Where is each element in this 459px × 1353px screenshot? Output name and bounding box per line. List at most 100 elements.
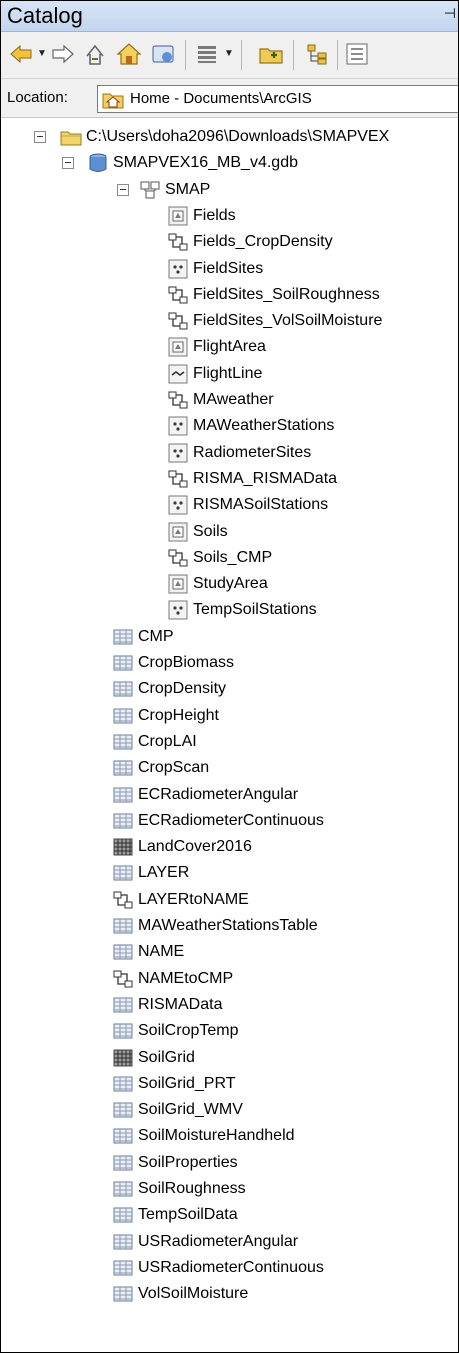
tree-item[interactable]: MAweather bbox=[1, 387, 458, 413]
table-icon bbox=[112, 731, 134, 753]
view-dropdown-icon[interactable]: ▼ bbox=[223, 40, 235, 68]
tree-item[interactable]: FlightLine bbox=[1, 361, 458, 387]
tree-item[interactable]: CropLAI bbox=[1, 729, 458, 755]
table-icon bbox=[112, 1099, 134, 1121]
tree-item[interactable]: SoilCropTemp bbox=[1, 1018, 458, 1044]
tree-item[interactable]: FlightArea bbox=[1, 334, 458, 360]
line-icon bbox=[167, 363, 189, 385]
details-icon[interactable] bbox=[343, 40, 371, 68]
tree-item-label: FieldSites bbox=[193, 260, 264, 277]
tree-item[interactable]: MAWeatherStationsTable bbox=[1, 913, 458, 939]
table-icon bbox=[112, 810, 134, 832]
tree-item[interactable]: MAWeatherStations bbox=[1, 413, 458, 439]
tree-item-label: SoilGrid_WMV bbox=[138, 1101, 243, 1118]
title-bar[interactable]: Catalog ⊣ bbox=[1, 1, 458, 32]
tree-item-label: USRadiometerContinuous bbox=[138, 1259, 324, 1276]
toolbar-separator bbox=[337, 40, 338, 70]
location-field[interactable] bbox=[97, 85, 458, 113]
connect-folder-icon[interactable] bbox=[257, 40, 285, 68]
polygon-icon bbox=[167, 336, 189, 358]
view-options-icon[interactable] bbox=[193, 40, 221, 68]
forward-icon[interactable] bbox=[49, 40, 77, 68]
tree-item-label: StudyArea bbox=[193, 575, 268, 592]
tree-item-label: Fields bbox=[193, 207, 236, 224]
location-input[interactable] bbox=[130, 88, 458, 108]
tree-item-label: SoilMoistureHandheld bbox=[138, 1127, 295, 1144]
tree-item-label: TempSoilData bbox=[138, 1206, 238, 1223]
tree-item[interactable]: VolSoilMoisture bbox=[1, 1281, 458, 1307]
tree-item[interactable]: CropDensity bbox=[1, 676, 458, 702]
table-icon bbox=[112, 1257, 134, 1279]
tree-feature-dataset[interactable]: SMAP bbox=[1, 177, 458, 203]
tree-options-icon[interactable] bbox=[303, 40, 331, 68]
tree-item[interactable]: SoilGrid_WMV bbox=[1, 1097, 458, 1123]
toolbar-separator bbox=[185, 40, 186, 70]
tree-item[interactable]: LandCover2016 bbox=[1, 834, 458, 860]
table-icon bbox=[112, 862, 134, 884]
pin-icon[interactable]: ⊣ bbox=[444, 5, 456, 22]
tree-item[interactable]: Fields bbox=[1, 203, 458, 229]
catalog-window: Catalog ⊣ ▼ ▼ Location: Home - Documents… bbox=[0, 0, 459, 1353]
tree-item-label: FlightArea bbox=[193, 338, 266, 355]
tree-item[interactable]: LAYERtoNAME bbox=[1, 887, 458, 913]
tree-item[interactable]: Soils_CMP bbox=[1, 545, 458, 571]
tree-item[interactable]: USRadiometerContinuous bbox=[1, 1255, 458, 1281]
up-one-level-icon[interactable] bbox=[81, 40, 109, 68]
tree-item[interactable]: FieldSites_VolSoilMoisture bbox=[1, 308, 458, 334]
tree-item[interactable]: CMP bbox=[1, 624, 458, 650]
tree-item[interactable]: FieldSites bbox=[1, 256, 458, 282]
tree-item[interactable]: NAMEtoCMP bbox=[1, 966, 458, 992]
tree-item[interactable]: SoilMoistureHandheld bbox=[1, 1123, 458, 1149]
back-icon[interactable] bbox=[7, 40, 35, 68]
tree-item[interactable]: TempSoilData bbox=[1, 1202, 458, 1228]
tree-item[interactable]: RISMA_RISMAData bbox=[1, 466, 458, 492]
tree-item-label: LandCover2016 bbox=[138, 838, 252, 855]
tree-item[interactable]: ECRadiometerContinuous bbox=[1, 808, 458, 834]
table-icon bbox=[112, 1178, 134, 1200]
tree-item[interactable]: Soils bbox=[1, 519, 458, 545]
point-icon bbox=[167, 415, 189, 437]
tree-item[interactable]: RISMASoilStations bbox=[1, 492, 458, 518]
tree-geodatabase[interactable]: SMAPVEX16_MB_v4.gdb bbox=[1, 150, 458, 176]
table-icon bbox=[112, 1073, 134, 1095]
tree-item-label: MAWeatherStationsTable bbox=[138, 917, 318, 934]
tree-item-label: MAWeatherStations bbox=[193, 417, 335, 434]
tree-item[interactable]: Fields_CropDensity bbox=[1, 229, 458, 255]
window-title: Catalog bbox=[7, 3, 83, 28]
home-icon[interactable] bbox=[115, 40, 143, 68]
tree-item-label: CropScan bbox=[138, 759, 210, 776]
tree-item[interactable]: SoilProperties bbox=[1, 1150, 458, 1176]
relationship-icon bbox=[167, 389, 189, 411]
tree-item[interactable]: RadiometerSites bbox=[1, 440, 458, 466]
tree-item[interactable]: ECRadiometerAngular bbox=[1, 782, 458, 808]
tree-item-label: CropDensity bbox=[138, 680, 227, 697]
tree-item[interactable]: SoilGrid_PRT bbox=[1, 1071, 458, 1097]
tree-folder[interactable]: C:\Users\doha2096\Downloads\SMAPVEX bbox=[1, 124, 458, 150]
tree-item[interactable]: StudyArea bbox=[1, 571, 458, 597]
tree-item-label: FlightLine bbox=[193, 365, 263, 382]
collapse-toggle-icon[interactable] bbox=[117, 184, 129, 196]
tree-item[interactable]: CropBiomass bbox=[1, 650, 458, 676]
tree-item[interactable]: TempSoilStations bbox=[1, 597, 458, 623]
tree-item-label: SoilGrid bbox=[138, 1049, 195, 1066]
relationship-icon bbox=[167, 468, 189, 490]
tree-item[interactable]: CropHeight bbox=[1, 703, 458, 729]
catalog-tree: C:\Users\doha2096\Downloads\SMAPVEX SMAPV… bbox=[1, 118, 458, 1352]
relationship-icon bbox=[112, 968, 134, 990]
tree-item-label: SMAPVEX16_MB_v4.gdb bbox=[113, 154, 298, 171]
tree-item[interactable]: SoilGrid bbox=[1, 1045, 458, 1071]
tree-item[interactable]: USRadiometerAngular bbox=[1, 1229, 458, 1255]
collapse-toggle-icon[interactable] bbox=[62, 157, 74, 169]
tree-item[interactable]: RISMAData bbox=[1, 992, 458, 1018]
tree-item[interactable]: SoilRoughness bbox=[1, 1176, 458, 1202]
back-dropdown-icon[interactable]: ▼ bbox=[36, 40, 48, 68]
collapse-toggle-icon[interactable] bbox=[34, 131, 46, 143]
tree-item-label: SoilGrid_PRT bbox=[138, 1075, 236, 1092]
tree-item[interactable]: CropScan bbox=[1, 755, 458, 781]
tree-item[interactable]: FieldSites_SoilRoughness bbox=[1, 282, 458, 308]
tree-item-label: FieldSites_VolSoilMoisture bbox=[193, 312, 383, 329]
tree-item[interactable]: NAME bbox=[1, 939, 458, 965]
toggle-contents-icon[interactable] bbox=[149, 40, 177, 68]
tree-item[interactable]: LAYER bbox=[1, 860, 458, 886]
point-icon bbox=[167, 258, 189, 280]
